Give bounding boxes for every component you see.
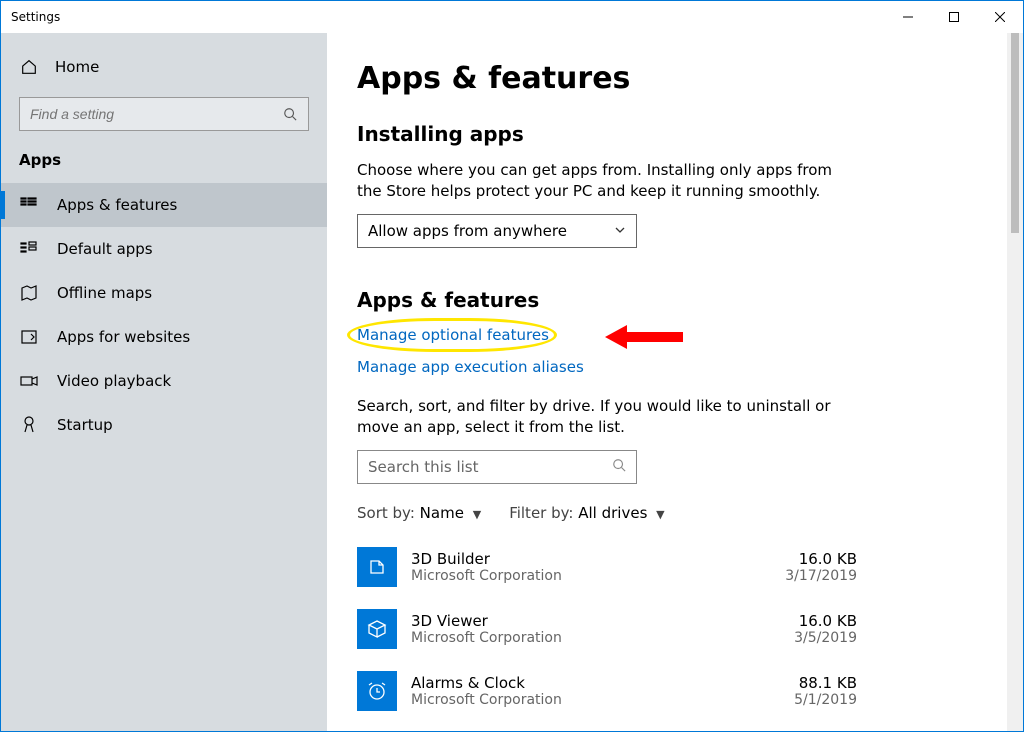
installing-apps-description: Choose where you can get apps from. Inst… xyxy=(357,160,857,202)
app-date: 5/1/2019 xyxy=(794,692,857,708)
settings-window: Settings Home xyxy=(0,0,1024,732)
app-name: 3D Viewer xyxy=(411,612,780,630)
chevron-down-icon: ▼ xyxy=(656,508,664,521)
titlebar: Settings xyxy=(1,1,1023,33)
filter-by-value: All drives xyxy=(578,504,647,522)
chevron-down-icon xyxy=(614,222,626,240)
video-playback-icon xyxy=(19,372,39,390)
filter-by-label: Filter by: xyxy=(509,504,573,522)
sidebar-item-label: Default apps xyxy=(57,240,153,258)
close-button[interactable] xyxy=(977,1,1023,33)
startup-icon xyxy=(19,416,39,434)
search-apps-input[interactable]: Search this list xyxy=(357,450,637,484)
app-list-item[interactable]: Alarms & Clock Microsoft Corporation 88.… xyxy=(357,662,857,720)
search-apps-placeholder: Search this list xyxy=(368,458,478,476)
main-scrollbar[interactable] xyxy=(1007,33,1023,731)
sidebar-search[interactable] xyxy=(19,97,309,131)
app-date: 3/17/2019 xyxy=(785,568,857,584)
sidebar-item-apps-features[interactable]: Apps & features xyxy=(1,183,327,227)
page-title: Apps & features xyxy=(357,61,977,96)
install-source-dropdown[interactable]: Allow apps from anywhere xyxy=(357,214,637,248)
annotation-arrow xyxy=(605,322,685,356)
sidebar-item-offline-maps[interactable]: Offline maps xyxy=(1,271,327,315)
sidebar-item-label: Startup xyxy=(57,416,113,434)
minimize-button[interactable] xyxy=(885,1,931,33)
apps-features-icon xyxy=(19,196,39,214)
app-icon-alarms-clock xyxy=(357,671,397,711)
installing-apps-heading: Installing apps xyxy=(357,122,977,146)
app-publisher: Microsoft Corporation xyxy=(411,630,780,646)
search-icon xyxy=(282,107,298,121)
manage-app-aliases-link[interactable]: Manage app execution aliases xyxy=(357,358,584,376)
app-icon-3d-viewer xyxy=(357,609,397,649)
app-date: 3/5/2019 xyxy=(794,630,857,646)
sidebar-home-label: Home xyxy=(55,58,99,76)
sidebar-item-label: Video playback xyxy=(57,372,171,390)
sidebar-search-input[interactable] xyxy=(30,106,282,122)
sidebar-item-label: Apps & features xyxy=(57,196,177,214)
sort-by-control[interactable]: Sort by: Name ▼ xyxy=(357,504,481,522)
sidebar-item-startup[interactable]: Startup xyxy=(1,403,327,447)
manage-optional-features-link[interactable]: Manage optional features xyxy=(357,326,549,344)
apps-websites-icon xyxy=(19,328,39,346)
home-icon xyxy=(19,58,39,76)
app-name: Alarms & Clock xyxy=(411,674,780,692)
sort-by-value: Name xyxy=(420,504,464,522)
filter-by-control[interactable]: Filter by: All drives ▼ xyxy=(509,504,664,522)
sidebar-home[interactable]: Home xyxy=(1,45,327,89)
install-source-value: Allow apps from anywhere xyxy=(368,222,567,240)
filter-description: Search, sort, and filter by drive. If yo… xyxy=(357,396,857,438)
sidebar-item-apps-websites[interactable]: Apps for websites xyxy=(1,315,327,359)
apps-features-heading: Apps & features xyxy=(357,288,977,312)
offline-maps-icon xyxy=(19,284,39,302)
scrollbar-thumb[interactable] xyxy=(1011,33,1019,233)
sidebar-item-label: Offline maps xyxy=(57,284,152,302)
app-list-item[interactable]: 3D Builder Microsoft Corporation 16.0 KB… xyxy=(357,538,857,596)
sidebar: Home Apps xyxy=(1,33,327,731)
app-size: 16.0 KB xyxy=(794,612,857,630)
app-publisher: Microsoft Corporation xyxy=(411,568,771,584)
main-content: Apps & features Installing apps Choose w… xyxy=(327,33,1007,731)
app-name: 3D Builder xyxy=(411,550,771,568)
app-publisher: Microsoft Corporation xyxy=(411,692,780,708)
body: Home Apps xyxy=(1,33,1023,731)
sort-by-label: Sort by: xyxy=(357,504,415,522)
default-apps-icon xyxy=(19,240,39,258)
app-icon-3d-builder xyxy=(357,547,397,587)
app-list-item[interactable]: 3D Viewer Microsoft Corporation 16.0 KB … xyxy=(357,600,857,658)
sidebar-section-label: Apps xyxy=(1,147,327,183)
sidebar-item-label: Apps for websites xyxy=(57,328,190,346)
window-title: Settings xyxy=(11,10,60,24)
search-icon xyxy=(612,458,626,476)
sidebar-item-default-apps[interactable]: Default apps xyxy=(1,227,327,271)
maximize-button[interactable] xyxy=(931,1,977,33)
chevron-down-icon: ▼ xyxy=(473,508,481,521)
app-size: 16.0 KB xyxy=(785,550,857,568)
sidebar-item-video-playback[interactable]: Video playback xyxy=(1,359,327,403)
app-size: 88.1 KB xyxy=(794,674,857,692)
